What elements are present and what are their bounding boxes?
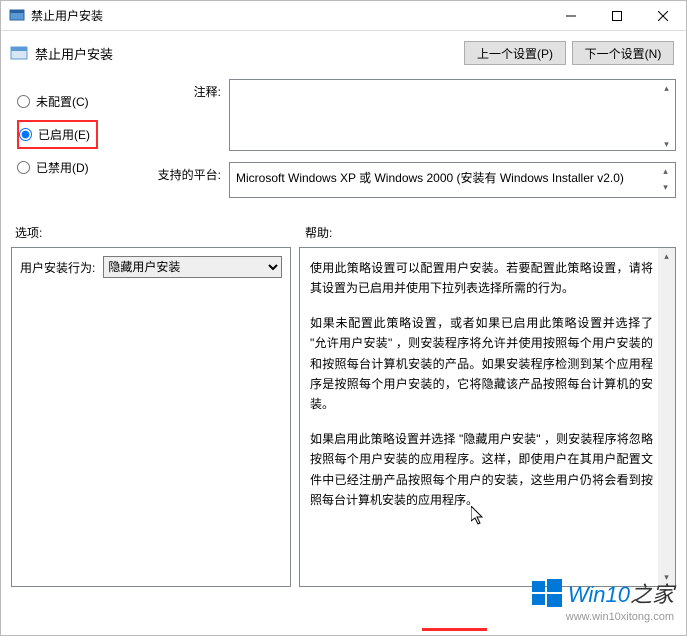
comment-row: 注释: ▴ ▾ <box>153 79 676 154</box>
radio-not-configured-label: 未配置(C) <box>36 93 89 110</box>
behavior-label: 用户安装行为: <box>20 259 95 276</box>
options-section-label: 选项: <box>15 224 305 241</box>
radio-enabled[interactable]: 已启用(E) <box>19 126 90 143</box>
close-button[interactable] <box>640 1 686 30</box>
behavior-select[interactable]: 隐藏用户安装 <box>103 256 282 278</box>
window-title: 禁止用户安装 <box>31 7 548 24</box>
watermark-brand: Win10之家 <box>568 577 674 609</box>
platform-value: Microsoft Windows XP 或 Windows 2000 (安装有… <box>236 171 624 185</box>
scroll-up-icon[interactable]: ▴ <box>658 80 675 97</box>
radio-disabled[interactable]: 已禁用(D) <box>17 159 153 176</box>
options-panel: 用户安装行为: 隐藏用户安装 <box>11 247 291 587</box>
platform-row: 支持的平台: Microsoft Windows XP 或 Windows 20… <box>153 162 676 198</box>
behavior-row: 用户安装行为: 隐藏用户安装 <box>20 256 282 278</box>
header: 禁止用户安装 上一个设置(P) 下一个设置(N) <box>1 31 686 79</box>
section-labels: 选项: 帮助: <box>1 206 686 247</box>
state-radio-group: 未配置(C) 已启用(E) 已禁用(D) <box>17 79 153 206</box>
help-section-label: 帮助: <box>305 224 332 241</box>
meta-column: 注释: ▴ ▾ 支持的平台: Microsoft Windows XP 或 Wi… <box>153 79 676 206</box>
policy-title: 禁止用户安装 <box>35 44 458 63</box>
watermark-brand-b: 之家 <box>630 582 674 607</box>
watermark-url: www.win10xitong.com <box>532 611 674 623</box>
watermark: Win10之家 www.win10xitong.com <box>532 577 674 623</box>
help-paragraph: 如果启用此策略设置并选择 "隐藏用户安装" ，则安装程序将忽略按照每个用户安装的… <box>310 429 653 511</box>
maximize-button[interactable] <box>594 1 640 30</box>
app-icon <box>9 8 25 24</box>
minimize-button[interactable] <box>548 1 594 30</box>
radio-not-configured-input[interactable] <box>17 95 30 108</box>
comment-label: 注释: <box>153 79 229 100</box>
help-scrollbar[interactable]: ▴ ▾ <box>658 248 675 586</box>
supported-platform-box: Microsoft Windows XP 或 Windows 2000 (安装有… <box>229 162 676 198</box>
policy-icon <box>9 43 29 63</box>
help-panel: 使用此策略设置可以配置用户安装。若要配置此策略设置，请将其设置为已启用并使用下拉… <box>299 247 676 587</box>
radio-not-configured[interactable]: 未配置(C) <box>17 93 153 110</box>
radio-enabled-highlight: 已启用(E) <box>17 120 98 149</box>
radio-enabled-label: 已启用(E) <box>38 126 90 143</box>
config-area: 未配置(C) 已启用(E) 已禁用(D) 注释: ▴ ▾ 支持的平台: <box>1 79 686 206</box>
scroll-up-icon[interactable]: ▴ <box>657 164 674 180</box>
platform-label: 支持的平台: <box>153 162 229 183</box>
platform-scrollbar[interactable]: ▴ ▾ <box>657 164 674 196</box>
radio-enabled-input[interactable] <box>19 128 32 141</box>
titlebar: 禁止用户安装 <box>1 1 686 31</box>
comment-scrollbar[interactable]: ▴ ▾ <box>658 80 675 153</box>
radio-disabled-input[interactable] <box>17 161 30 174</box>
watermark-brand-a: Win10 <box>568 582 630 607</box>
window-controls <box>548 1 686 30</box>
help-paragraph: 如果未配置此策略设置，或者如果已启用此策略设置并选择了 "允许用户安装" ，则安… <box>310 313 653 415</box>
scroll-down-icon[interactable]: ▾ <box>657 180 674 196</box>
scroll-down-icon[interactable]: ▾ <box>658 136 675 153</box>
radio-disabled-label: 已禁用(D) <box>36 159 89 176</box>
help-paragraph: 使用此策略设置可以配置用户安装。若要配置此策略设置，请将其设置为已启用并使用下拉… <box>310 258 653 299</box>
windows-logo-icon <box>532 578 562 608</box>
lower-panels: 用户安装行为: 隐藏用户安装 使用此策略设置可以配置用户安装。若要配置此策略设置… <box>1 247 686 597</box>
scrollbar-track[interactable] <box>658 265 675 569</box>
scroll-up-icon[interactable]: ▴ <box>658 248 675 265</box>
previous-setting-button[interactable]: 上一个设置(P) <box>464 41 566 65</box>
help-text: 使用此策略设置可以配置用户安装。若要配置此策略设置，请将其设置为已启用并使用下拉… <box>310 258 653 510</box>
red-annotation-underline <box>422 628 487 631</box>
next-setting-button[interactable]: 下一个设置(N) <box>572 41 674 65</box>
comment-input[interactable] <box>229 79 676 151</box>
